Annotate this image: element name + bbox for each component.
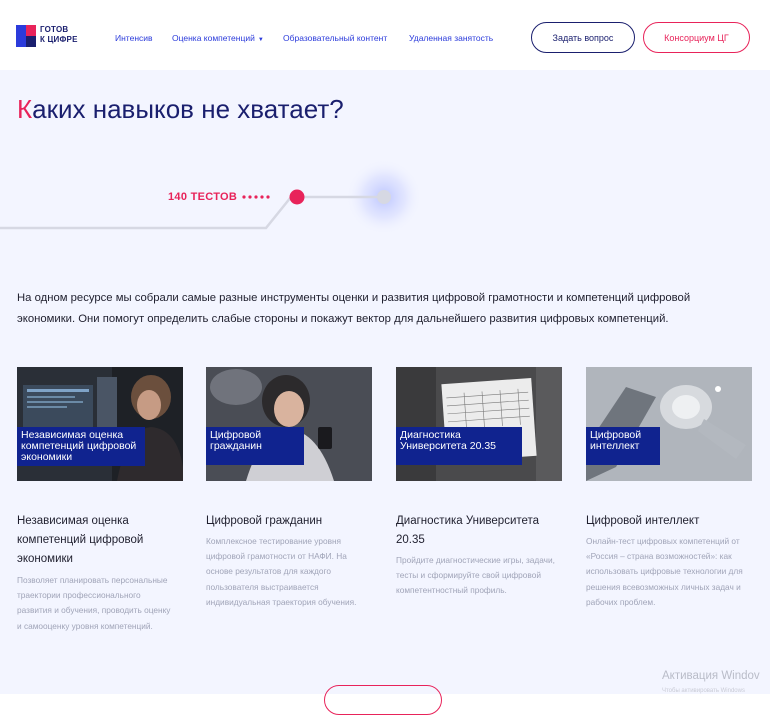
card-tag-university-2035: Диагностика Университета 20.35: [396, 427, 522, 465]
progress-marker-active: [289, 189, 305, 205]
logo-text: ГОТОВ К ЦИФРЕ: [40, 25, 78, 45]
logo[interactable]: ГОТОВ К ЦИФРЕ: [16, 25, 86, 49]
card-tag-digital-citizen: Цифровой гражданин: [206, 427, 304, 465]
dotted-indicator: [242, 195, 270, 199]
card-image-digital-citizen[interactable]: Цифровой гражданин: [206, 367, 372, 481]
card-desc-independent: Позволяет планировать персональные траек…: [17, 575, 171, 631]
card-image-digital-intellect[interactable]: Цифровой интеллект: [586, 367, 752, 481]
card-image-university-2035[interactable]: Диагностика Университета 20.35: [396, 367, 562, 481]
card-desc-university-2035: Пройдите диагностические игры, задачи, т…: [396, 555, 555, 596]
windows-activation-subtext: Чтобы активировать Windows: [662, 688, 745, 694]
hero-section: Каких навыков не хватает? 140 ТЕСТОВ На …: [0, 70, 770, 715]
windows-activation-watermark: Активация Windov: [662, 670, 760, 682]
card-desc-digital-intellect: Онлайн-тест цифровых компетенций от «Рос…: [586, 536, 743, 607]
card-tag-digital-intellect: Цифровой интеллект: [586, 427, 660, 465]
card-title-university-2035[interactable]: Диагностика Университета 20.35: [396, 512, 566, 550]
consortium-button[interactable]: Консорциум ЦГ: [643, 22, 750, 53]
nav-item-intensive[interactable]: Интенсив: [115, 33, 153, 43]
nav-item-educational-content[interactable]: Образовательный контент: [283, 33, 387, 43]
nav-item-remote-employment[interactable]: Удаленная занятость: [409, 33, 493, 43]
progress-marker-next: [377, 190, 391, 204]
page-title: Каких навыков не хватает?: [17, 94, 344, 125]
tests-count-label: 140 ТЕСТОВ: [168, 191, 238, 203]
nav-item-competence-assessment[interactable]: Оценка компетенций ▼: [172, 33, 264, 43]
page-title-rest: аких навыков не хватает?: [32, 94, 344, 124]
card-title-digital-intellect[interactable]: Цифровой интеллект: [586, 512, 756, 531]
logo-line-2: К ЦИФРЕ: [40, 35, 78, 44]
logo-mark-icon: [16, 25, 36, 47]
card-tag-independent: Независимая оценка компетенций цифровой …: [17, 427, 145, 466]
nav-item-competence-assessment-label: Оценка компетенций: [172, 33, 255, 43]
intro-text: На одном ресурсе мы собрали самые разные…: [17, 292, 691, 325]
show-more-button[interactable]: [324, 685, 442, 715]
site-header: ГОТОВ К ЦИФРЕ Интенсив Оценка компетенци…: [0, 0, 770, 71]
ask-question-button[interactable]: Задать вопрос: [531, 22, 635, 53]
page-title-first-letter: К: [17, 94, 33, 124]
card-desc-digital-citizen: Комплексное тестирование уровня цифровой…: [206, 536, 357, 607]
chevron-down-icon: ▼: [257, 37, 264, 43]
card-title-digital-citizen[interactable]: Цифровой гражданин: [206, 512, 376, 531]
card-title-independent[interactable]: Независимая оценка компетенций цифровой …: [17, 512, 187, 569]
tests-progress-line: [0, 160, 420, 235]
card-image-independent[interactable]: Независимая оценка компетенций цифровой …: [17, 367, 183, 481]
logo-line-1: ГОТОВ: [40, 25, 69, 34]
